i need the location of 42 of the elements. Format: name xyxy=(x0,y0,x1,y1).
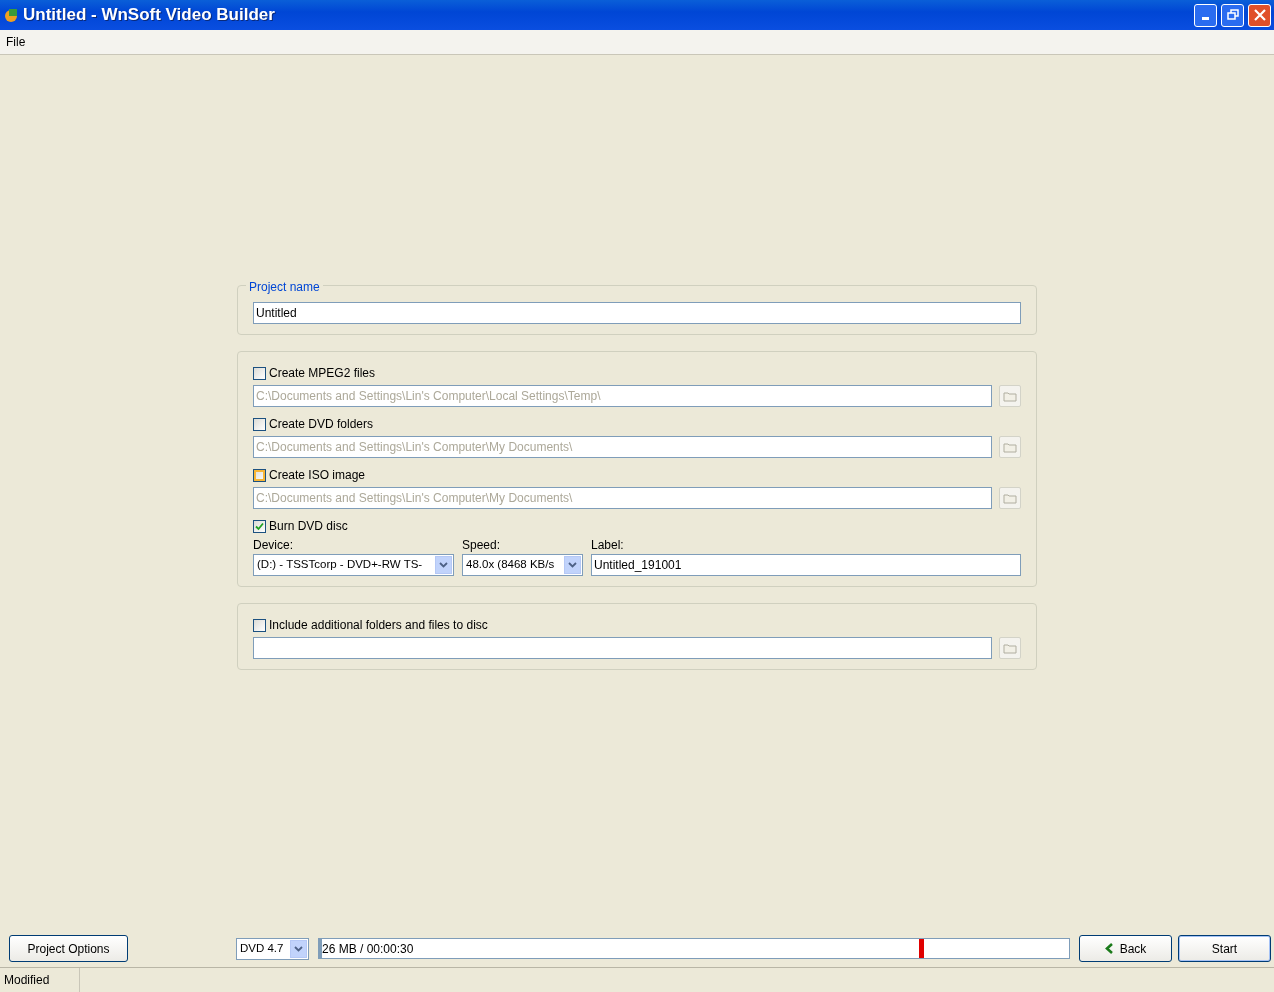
checkbox[interactable] xyxy=(253,618,266,632)
disc-size-dropdown[interactable]: DVD 4.7 xyxy=(236,937,309,960)
menu-item[interactable]: File xyxy=(6,33,26,51)
checkbox-label: Burn DVD disc xyxy=(269,518,348,535)
checkbox-label: Create MPEG2 files xyxy=(269,365,376,382)
checkbox[interactable] xyxy=(253,519,266,533)
checkbox-label: Create ISO image xyxy=(269,467,366,484)
speed-dropdown[interactable]: 48.0x (8468 KB/s xyxy=(462,554,583,576)
checkbox-label: Include additional folders and files to disc xyxy=(269,617,488,634)
field-label: Label: xyxy=(591,537,625,554)
status-text: Modified xyxy=(4,972,50,989)
usage-text: 26 MB / 00:00:30 xyxy=(321,940,414,958)
folder-path-field[interactable] xyxy=(253,637,992,659)
back-button[interactable]: Back xyxy=(1079,935,1172,962)
capacity-marker xyxy=(919,939,924,958)
checkbox[interactable] xyxy=(253,468,266,482)
checkbox[interactable] xyxy=(253,366,266,380)
minimize-button[interactable] xyxy=(1194,3,1217,27)
field-label: Device: xyxy=(253,537,294,554)
folder-icon xyxy=(1003,642,1017,654)
checkbox-label: Create DVD folders xyxy=(269,416,374,433)
start-button[interactable]: Start xyxy=(1178,935,1271,962)
checkbox[interactable] xyxy=(253,417,266,431)
close-icon xyxy=(1253,9,1266,21)
field-label: Speed: xyxy=(462,537,502,554)
restore-icon xyxy=(1226,9,1239,21)
caret-icon xyxy=(294,945,303,952)
folder-icon xyxy=(1003,492,1017,504)
restore-button[interactable] xyxy=(1221,3,1244,27)
disc-label-field[interactable]: Untitled_191001 xyxy=(591,554,1021,576)
close-button[interactable] xyxy=(1248,3,1271,27)
window-title: Untitled - WnSoft Video Builder xyxy=(23,4,276,27)
caret-icon xyxy=(568,562,577,568)
app-icon xyxy=(3,7,19,23)
device-dropdown[interactable]: (D:) - TSSTcorp - DVD+-RW TS- xyxy=(253,554,454,576)
caret-icon xyxy=(439,562,448,568)
minimize-icon xyxy=(1202,17,1209,20)
project-name-field[interactable]: Untitled xyxy=(253,302,1021,324)
folder-icon xyxy=(1003,441,1017,453)
folder-icon xyxy=(1003,390,1017,402)
check-icon xyxy=(255,521,264,531)
project-options-button[interactable]: Project Options xyxy=(9,935,128,962)
